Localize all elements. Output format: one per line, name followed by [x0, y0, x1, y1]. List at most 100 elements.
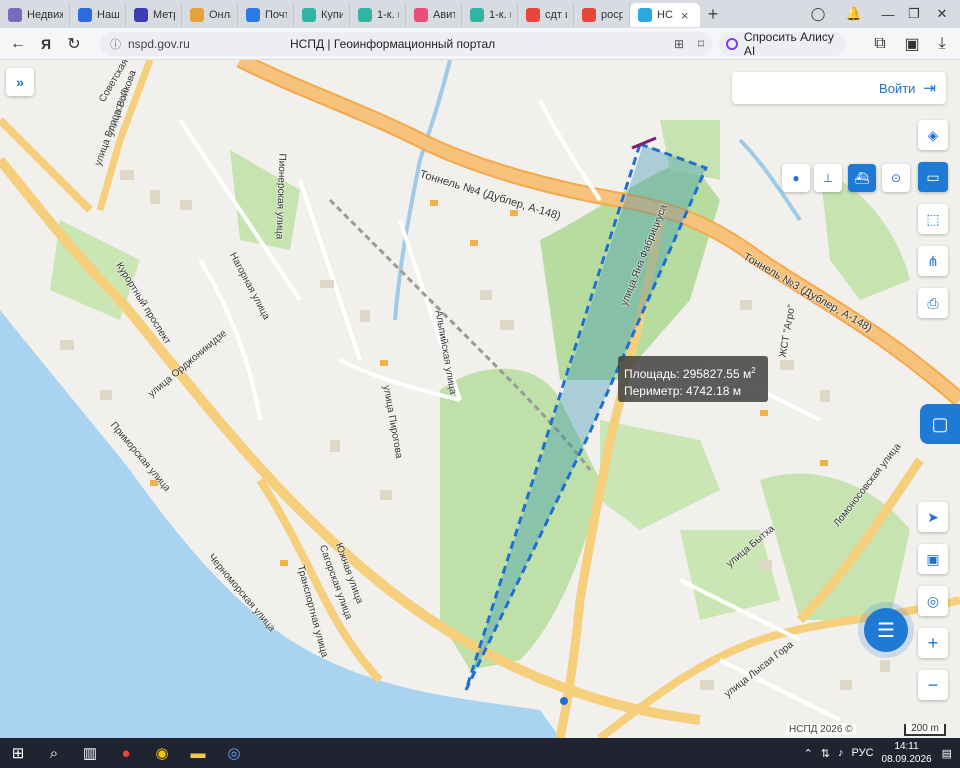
- measure-tooltip: Площадь: 295827.55 м2 Периметр: 4742.18 …: [618, 356, 768, 402]
- share-icon: ⋔: [927, 252, 939, 269]
- page-title: НСПД | Геоинформационный портал: [290, 37, 496, 51]
- tab[interactable]: сдт ин: [518, 3, 574, 27]
- tab-label: 1-к. кв: [377, 9, 399, 21]
- tab[interactable]: Недвижимость: [0, 3, 70, 27]
- new-tab-button[interactable]: +: [700, 2, 726, 26]
- tab[interactable]: Авито: [406, 3, 462, 27]
- tab-favicon-icon: [302, 8, 316, 22]
- login-button[interactable]: Войти ⇥: [732, 72, 946, 104]
- tab-favicon-icon: [190, 8, 204, 22]
- tab[interactable]: росре: [574, 3, 630, 27]
- perimeter-readout: Периметр: 4742.18 м: [624, 384, 741, 398]
- print-button[interactable]: ⎙: [918, 288, 948, 318]
- tab[interactable]: Онлай: [182, 3, 238, 27]
- network-icon[interactable]: ⇅: [821, 747, 830, 760]
- scale-bar: 200 m: [904, 724, 946, 736]
- tab-label: 1-к. кв: [489, 9, 511, 21]
- tab[interactable]: Купит: [294, 3, 350, 27]
- expand-panel-button[interactable]: »: [6, 68, 34, 96]
- measure-button[interactable]: ▭: [918, 162, 948, 192]
- locate-button[interactable]: ➤: [918, 502, 948, 532]
- copyright-label: НСПД 2026 ©: [786, 724, 856, 735]
- locate-icon: ➤: [927, 508, 939, 525]
- alice-button[interactable]: Спросить Алису AI: [718, 30, 846, 58]
- point-icon: ●: [792, 171, 800, 185]
- tab[interactable]: Почта: [238, 3, 294, 27]
- map-canvas[interactable]: Тоннель №4 (Дублер, А-148) Тоннель №3 (Ду…: [0, 60, 960, 738]
- volume-icon[interactable]: ♪: [838, 747, 844, 759]
- tab-favicon-icon: [414, 8, 428, 22]
- download-icon[interactable]: ⤓: [928, 30, 956, 58]
- close-window-button[interactable]: ✕: [924, 0, 960, 28]
- layers-button[interactable]: ◈: [918, 120, 948, 150]
- url-field[interactable]: ⓘ nspd.gov.ru НСПД | Геоинформационный п…: [100, 32, 712, 56]
- tab-label: Метр: [153, 9, 175, 21]
- minimap-button[interactable]: ▣: [918, 544, 948, 574]
- tab-label: Почта: [265, 9, 287, 21]
- ruler-icon: ▭: [926, 168, 940, 185]
- tab-favicon-icon: [8, 8, 22, 22]
- reader-icon[interactable]: ⊞: [674, 37, 684, 51]
- area-readout: Площадь: 295827.55 м2: [624, 366, 756, 381]
- taskbar: ⊞ ⌕ ▥ ● ◉ ▬ ◎ ⌃ ⇅ ♪ РУС 14:11 08.09.2026…: [0, 738, 960, 768]
- back-icon[interactable]: ←: [4, 30, 32, 58]
- tab-label: Авито: [433, 9, 455, 21]
- file-explorer-icon[interactable]: ▬: [180, 738, 216, 768]
- tab-favicon-icon: [470, 8, 484, 22]
- tray-arrow-icon[interactable]: ⌃: [804, 747, 813, 760]
- tab-favicon-icon: [246, 8, 260, 22]
- clock-time: 14:11: [894, 741, 919, 752]
- tab[interactable]: Наш: [70, 3, 126, 27]
- chrome-icon[interactable]: ◉: [144, 738, 180, 768]
- clock-date: 08.09.2026: [881, 754, 932, 765]
- tab-label: сдт ин: [545, 9, 567, 21]
- tab-label: росре: [601, 9, 623, 21]
- tab-favicon-icon: [134, 8, 148, 22]
- tab[interactable]: 1-к. кв: [462, 3, 518, 27]
- yandex-icon[interactable]: Я: [32, 30, 60, 58]
- ruler-line-icon: ⊥: [822, 171, 834, 185]
- alice-icon: [726, 38, 738, 50]
- collections-icon[interactable]: ⧉: [866, 30, 894, 58]
- login-label: Войти: [879, 80, 916, 96]
- bell-icon[interactable]: 🔔: [836, 0, 872, 28]
- tab-label: НС: [657, 9, 673, 21]
- tab-favicon-icon: [582, 8, 596, 22]
- site-info-icon[interactable]: ⓘ: [110, 36, 121, 52]
- profile-icon[interactable]: ◯: [800, 0, 836, 28]
- chat-bubble-icon: ▢: [931, 413, 949, 434]
- tab-close-icon[interactable]: ×: [681, 8, 689, 23]
- geo-search-button[interactable]: ◎: [918, 586, 948, 616]
- extension-icon[interactable]: ▣: [898, 30, 926, 58]
- login-icon: ⇥: [923, 80, 936, 97]
- clock[interactable]: 14:11 08.09.2026: [882, 740, 932, 766]
- alice-label: Спросить Алису AI: [743, 30, 834, 58]
- notifications-icon[interactable]: ▤: [942, 747, 952, 760]
- map-base: [0, 60, 960, 738]
- area-tool-button[interactable]: ⛴: [848, 164, 876, 192]
- point-tool-button[interactable]: ●: [782, 164, 810, 192]
- windows-start-icon[interactable]: ⊞: [0, 738, 36, 768]
- line-tool-button[interactable]: ⊥: [814, 164, 842, 192]
- reload-icon[interactable]: ↻: [60, 30, 88, 58]
- circle-tool-button[interactable]: ⊙: [882, 164, 910, 192]
- language-indicator[interactable]: РУС: [852, 747, 874, 759]
- app-icon[interactable]: ◎: [216, 738, 252, 768]
- select-area-button[interactable]: ⬚: [918, 204, 948, 234]
- tab-strip: Недвижимость Наш Метр Онлай Почта Купит 1-к. к…: [0, 0, 960, 28]
- tab[interactable]: Метр: [126, 3, 182, 27]
- zoom-in-button[interactable]: +: [918, 628, 948, 658]
- share-button[interactable]: ⋔: [918, 246, 948, 276]
- search-icon[interactable]: ⌕: [36, 738, 72, 768]
- side-panel-button[interactable]: ▢: [920, 404, 960, 444]
- tab[interactable]: 1-к. кв: [350, 3, 406, 27]
- tab[interactable]: НС ×: [630, 3, 700, 27]
- bookmark-icon[interactable]: ⌑: [698, 37, 704, 51]
- task-view-icon[interactable]: ▥: [72, 738, 108, 768]
- chat-button[interactable]: ☰: [864, 608, 908, 652]
- zoom-out-button[interactable]: −: [918, 670, 948, 700]
- yandex-browser-icon[interactable]: ●: [108, 738, 144, 768]
- chat-icon: ☰: [877, 619, 895, 642]
- tab-label: Наш: [97, 9, 119, 21]
- url-domain: nspd.gov.ru: [128, 37, 190, 51]
